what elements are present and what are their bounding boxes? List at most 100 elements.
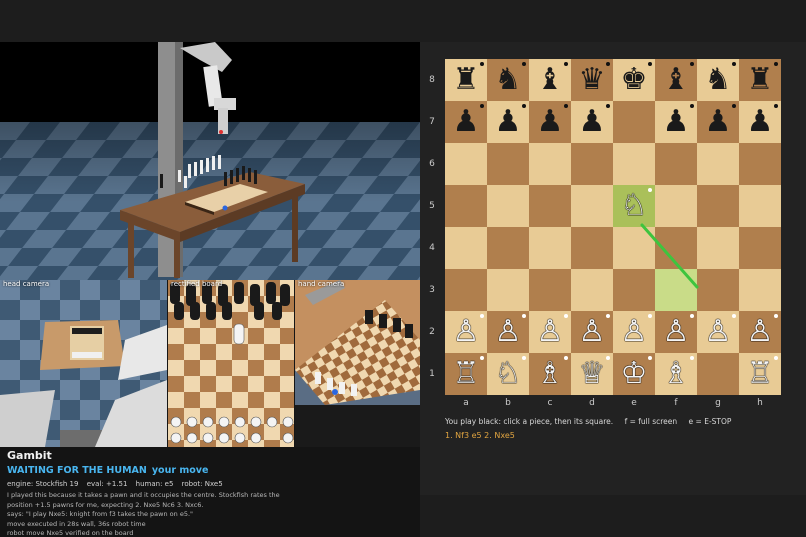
square-a2[interactable]: ♙	[445, 311, 487, 353]
square-h7[interactable]: ♟	[739, 101, 781, 143]
square-h6[interactable]	[739, 143, 781, 185]
square-h4[interactable]	[739, 227, 781, 269]
square-f2[interactable]: ♙	[655, 311, 697, 353]
square-dot	[564, 104, 568, 108]
square-e8[interactable]: ♚	[613, 59, 655, 101]
square-c8[interactable]: ♝	[529, 59, 571, 101]
square-dot	[648, 314, 652, 318]
square-e2[interactable]: ♙	[613, 311, 655, 353]
square-dot	[732, 62, 736, 66]
square-g5[interactable]	[697, 185, 739, 227]
square-d4[interactable]	[571, 227, 613, 269]
rank-label: 4	[429, 243, 435, 253]
rectified-board-label: rectified board	[171, 280, 223, 288]
square-g4[interactable]	[697, 227, 739, 269]
square-f5[interactable]	[655, 185, 697, 227]
square-g3[interactable]	[697, 269, 739, 311]
square-g1[interactable]	[697, 353, 739, 395]
square-b7[interactable]: ♟	[487, 101, 529, 143]
square-dot	[690, 62, 694, 66]
square-f1[interactable]: ♗	[655, 353, 697, 395]
square-f3[interactable]	[655, 269, 697, 311]
square-b5[interactable]	[487, 185, 529, 227]
square-c4[interactable]	[529, 227, 571, 269]
square-b6[interactable]	[487, 143, 529, 185]
square-d5[interactable]	[571, 185, 613, 227]
head-camera-label: head camera	[3, 280, 50, 288]
square-e1[interactable]: ♔	[613, 353, 655, 395]
robot-says: says: "I play Nxe5: knight from f3 takes…	[7, 510, 194, 518]
square-f6[interactable]	[655, 143, 697, 185]
square-dot	[480, 314, 484, 318]
square-c2[interactable]: ♙	[529, 311, 571, 353]
square-g7[interactable]: ♟	[697, 101, 739, 143]
robot-move: robot: Nxe5	[181, 480, 223, 488]
square-a6[interactable]	[445, 143, 487, 185]
square-e5[interactable]: ♘	[613, 185, 655, 227]
square-e6[interactable]	[613, 143, 655, 185]
square-h3[interactable]	[739, 269, 781, 311]
square-d1[interactable]: ♕	[571, 353, 613, 395]
square-dot	[522, 356, 526, 360]
square-c5[interactable]	[529, 185, 571, 227]
square-dot	[648, 62, 652, 66]
square-d8[interactable]: ♛	[571, 59, 613, 101]
hand-camera-view: hand camera	[295, 280, 420, 447]
simulation-view	[0, 42, 420, 280]
square-dot	[732, 104, 736, 108]
square-g8[interactable]: ♞	[697, 59, 739, 101]
square-a3[interactable]	[445, 269, 487, 311]
square-b2[interactable]: ♙	[487, 311, 529, 353]
square-f8[interactable]: ♝	[655, 59, 697, 101]
explanation-text: I played this because it takes a pawn an…	[7, 491, 280, 509]
square-c3[interactable]	[529, 269, 571, 311]
board-panel: 87654321 ♜ ♞ ♝ ♛ ♚ ♝ ♞ ♜ ♟ ♟ ♟ ♟ ♟ ♟ ♟ ♘ ♙ ♙ ♙ ♙ ♙ ♙ ♙ ♙ ♖ ♘ ♗ ♕ ♔ ♗ ♖…	[420, 42, 806, 495]
rectified-board-image	[168, 280, 294, 447]
square-d6[interactable]	[571, 143, 613, 185]
move-explanation: I played this because it takes a pawn an…	[7, 491, 307, 537]
square-d2[interactable]: ♙	[571, 311, 613, 353]
square-dot	[690, 314, 694, 318]
left-panel: head camera rectified board hand camera …	[0, 42, 420, 537]
square-e4[interactable]	[613, 227, 655, 269]
square-dot	[522, 104, 526, 108]
square-h1[interactable]: ♖	[739, 353, 781, 395]
square-b4[interactable]	[487, 227, 529, 269]
square-h2[interactable]: ♙	[739, 311, 781, 353]
file-label: d	[589, 398, 595, 408]
square-b3[interactable]	[487, 269, 529, 311]
rank-label: 1	[429, 369, 435, 379]
square-b8[interactable]: ♞	[487, 59, 529, 101]
square-g2[interactable]: ♙	[697, 311, 739, 353]
rank-label: 3	[429, 285, 435, 295]
square-f4[interactable]	[655, 227, 697, 269]
square-c7[interactable]: ♟	[529, 101, 571, 143]
square-a1[interactable]: ♖	[445, 353, 487, 395]
eval-value: eval: +1.51	[86, 480, 128, 488]
controls-hint: You play black: click a piece, then its …	[445, 417, 740, 426]
verification-status: robot move Nxe5 verified on the board	[7, 529, 134, 537]
chess-board[interactable]: ♜ ♞ ♝ ♛ ♚ ♝ ♞ ♜ ♟ ♟ ♟ ♟ ♟ ♟ ♟ ♘ ♙ ♙ ♙ ♙ ♙ ♙ ♙ ♙ ♖ ♘ ♗ ♕ ♔ ♗ ♖	[445, 59, 781, 395]
square-a8[interactable]: ♜	[445, 59, 487, 101]
square-f7[interactable]: ♟	[655, 101, 697, 143]
file-label: g	[715, 398, 721, 408]
square-c6[interactable]	[529, 143, 571, 185]
rectified-board-view: rectified board	[168, 280, 294, 447]
square-h8[interactable]: ♜	[739, 59, 781, 101]
execution-time: move executed in 28s wall, 36s robot tim…	[7, 519, 146, 528]
square-d3[interactable]	[571, 269, 613, 311]
square-b1[interactable]: ♘	[487, 353, 529, 395]
square-h5[interactable]	[739, 185, 781, 227]
rank-label: 8	[429, 75, 435, 85]
square-e7[interactable]	[613, 101, 655, 143]
square-a7[interactable]: ♟	[445, 101, 487, 143]
square-c1[interactable]: ♗	[529, 353, 571, 395]
square-d7[interactable]: ♟	[571, 101, 613, 143]
square-e3[interactable]	[613, 269, 655, 311]
square-g6[interactable]	[697, 143, 739, 185]
status-panel: Gambit WAITING FOR THE HUMAN your move en…	[0, 447, 420, 537]
square-a5[interactable]	[445, 185, 487, 227]
square-a4[interactable]	[445, 227, 487, 269]
estop-hint: e = E-STOP	[688, 417, 732, 426]
square-dot	[648, 188, 652, 192]
